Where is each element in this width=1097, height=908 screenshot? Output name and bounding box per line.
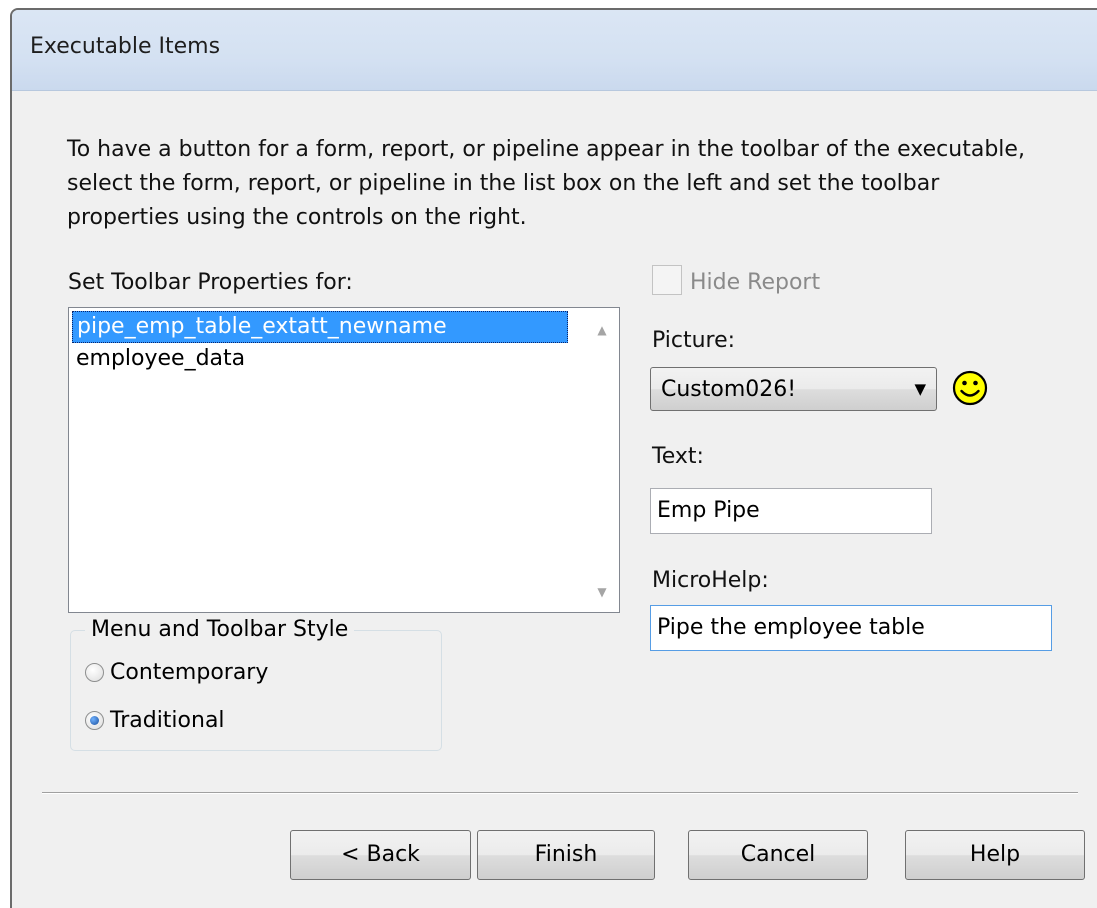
microhelp-input[interactable]: Pipe the employee table — [650, 605, 1052, 651]
back-button[interactable]: < Back — [290, 830, 471, 880]
radio-contemporary[interactable]: Contemporary — [85, 657, 268, 687]
page-title: Executable Items — [30, 34, 221, 59]
cancel-button[interactable]: Cancel — [688, 830, 868, 880]
list-item[interactable]: employee_data — [72, 344, 245, 376]
text-label: Text: — [652, 444, 704, 469]
microhelp-label: MicroHelp: — [652, 568, 769, 593]
picture-dropdown[interactable]: Custom026! ▼ — [650, 367, 937, 411]
wizard-dialog: Executable Items To have a button for a … — [10, 8, 1097, 908]
help-button[interactable]: Help — [905, 830, 1085, 880]
menu-toolbar-style-group: Menu and Toolbar Style Contemporary Trad… — [70, 617, 442, 751]
hide-report-checkbox[interactable] — [652, 265, 682, 295]
scroll-up-icon[interactable]: ▲ — [585, 316, 619, 344]
radio-label: Contemporary — [110, 659, 269, 685]
list-item-selected[interactable]: pipe_emp_table_extatt_newname — [72, 311, 568, 343]
text-input[interactable]: Emp Pipe — [650, 488, 932, 534]
footer-divider — [42, 792, 1078, 794]
finish-button[interactable]: Finish — [477, 830, 655, 880]
listbox-scrollbar[interactable]: ▲ ▼ — [585, 308, 619, 612]
radio-traditional[interactable]: Traditional — [85, 705, 225, 735]
radio-checked-icon[interactable] — [85, 710, 104, 730]
wizard-header: Executable Items — [12, 10, 1097, 91]
items-listbox[interactable]: pipe_emp_table_extatt_newname employee_d… — [68, 307, 620, 613]
list-label: Set Toolbar Properties for: — [68, 270, 353, 295]
smiley-face-icon — [952, 370, 988, 406]
picture-value: Custom026! — [661, 377, 797, 402]
radio-label: Traditional — [110, 707, 225, 733]
group-legend: Menu and Toolbar Style — [85, 617, 355, 642]
dropdown-arrow-icon[interactable]: ▼ — [914, 380, 926, 398]
radio-icon[interactable] — [85, 662, 104, 682]
hide-report-label: Hide Report — [690, 270, 821, 295]
picture-label: Picture: — [652, 328, 736, 353]
instructions-text: To have a button for a form, report, or … — [67, 137, 1025, 230]
scroll-down-icon[interactable]: ▼ — [585, 578, 619, 606]
